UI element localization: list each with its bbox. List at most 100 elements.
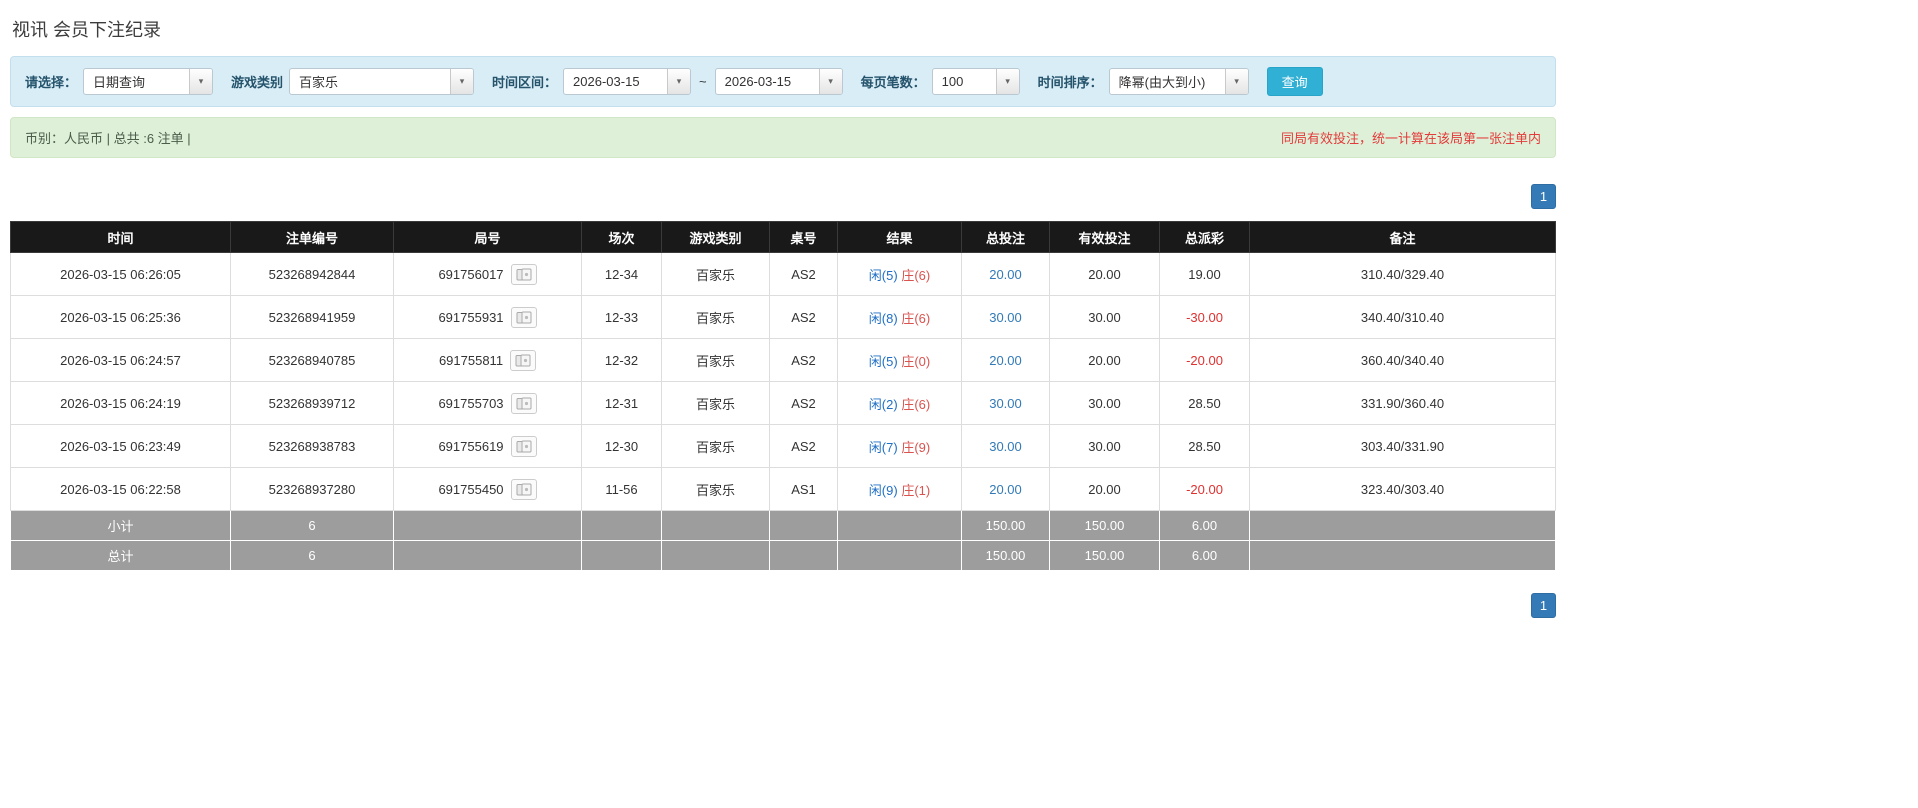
total-bet-link[interactable]: 30.00 — [989, 396, 1022, 411]
cell-time: 2026-03-15 06:24:57 — [10, 338, 231, 382]
footer-cell — [661, 540, 770, 571]
cell-note: 303.40/331.90 — [1249, 424, 1556, 468]
cell-result: 闲(5) 庄(6) — [837, 252, 962, 296]
cell-bet-id: 523268938783 — [230, 424, 394, 468]
round-number: 691755619 — [438, 438, 504, 454]
cell-round: 691756017 — [393, 252, 582, 296]
cell-game-type: 百家乐 — [661, 467, 770, 511]
payout-value: -20.00 — [1186, 352, 1223, 368]
cell-bet-id: 523268940785 — [230, 338, 394, 382]
time-range-label: 时间区间： — [492, 75, 558, 90]
cell-time: 2026-03-15 06:25:36 — [10, 295, 231, 339]
cards-icon[interactable] — [510, 435, 537, 457]
column-header: 桌号 — [769, 221, 838, 253]
summary-bar: 币别：人民币 | 总共 :6 注单 | 同局有效投注，统一计算在该局第一张注单内 — [10, 117, 1556, 158]
chevron-down-icon[interactable]: ▾ — [818, 69, 842, 94]
column-header: 总投注 — [961, 221, 1050, 253]
table-row: 2026-03-15 06:23:49 523268938783 691755619… — [10, 424, 1556, 468]
cell-note: 323.40/303.40 — [1249, 467, 1556, 511]
table-row: 2026-03-15 06:24:57 523268940785 691755811… — [10, 338, 1556, 382]
result-banker: 庄(6) — [901, 267, 931, 283]
cards-icon-glyph — [515, 354, 531, 366]
search-button[interactable]: 查询 — [1266, 67, 1323, 96]
time-sort-select[interactable]: 降幂(由大到小) ▾ — [1108, 68, 1249, 95]
chevron-down-icon[interactable]: ▾ — [189, 69, 213, 94]
query-type-label: 请选择： — [25, 75, 78, 90]
cell-total-bet: 20.00 — [961, 467, 1050, 511]
total-bet-link[interactable]: 30.00 — [989, 310, 1022, 325]
cell-result: 闲(7) 庄(9) — [837, 424, 962, 468]
chevron-down-icon[interactable]: ▾ — [1224, 69, 1248, 94]
cards-icon-glyph — [516, 483, 532, 495]
cell-note: 340.40/310.40 — [1249, 295, 1556, 339]
cell-time: 2026-03-15 06:22:58 — [10, 467, 231, 511]
query-type-select[interactable]: 日期查询 ▾ — [83, 68, 214, 95]
cell-table-no: AS2 — [769, 424, 838, 468]
cell-total-bet: 20.00 — [961, 252, 1050, 296]
footer-cell: 6.00 — [1159, 540, 1250, 571]
cell-game-type: 百家乐 — [661, 381, 770, 425]
cards-icon[interactable] — [510, 478, 537, 500]
chevron-down-icon[interactable]: ▾ — [450, 69, 474, 94]
table-footer-row: 总计 6 150.00 150.00 6.00 — [10, 540, 1556, 571]
cell-round: 691755811 — [393, 338, 582, 382]
cards-icon-glyph — [516, 311, 532, 323]
total-bet-link[interactable]: 20.00 — [989, 482, 1022, 497]
cards-icon[interactable] — [510, 349, 537, 371]
footer-cell — [581, 540, 662, 571]
footer-cell: 6 — [230, 510, 394, 541]
column-header: 局号 — [393, 221, 582, 253]
game-type-select[interactable]: 百家乐 ▾ — [289, 68, 475, 95]
column-header: 结果 — [837, 221, 962, 253]
cell-payout: 28.50 — [1159, 381, 1250, 425]
result-player: 闲(8) — [868, 310, 898, 326]
cell-game-type: 百家乐 — [661, 295, 770, 339]
page-button-1[interactable]: 1 — [1531, 593, 1556, 618]
cell-session: 12-34 — [581, 252, 662, 296]
cell-game-type: 百家乐 — [661, 338, 770, 382]
round-number: 691755450 — [438, 481, 504, 497]
footer-cell: 150.00 — [961, 540, 1050, 571]
cards-icon[interactable] — [510, 392, 537, 414]
filter-bar: 请选择： 日期查询 ▾ 游戏类别 百家乐 ▾ 时间区间： 2026-03-15 … — [10, 56, 1556, 107]
summary-currency-count: 币别：人民币 | 总共 :6 注单 | — [25, 131, 191, 146]
footer-cell: 150.00 — [1049, 540, 1160, 571]
cell-note: 310.40/329.40 — [1249, 252, 1556, 296]
table-row: 2026-03-15 06:26:05 523268942844 691756017… — [10, 252, 1556, 296]
total-bet-link[interactable]: 20.00 — [989, 267, 1022, 282]
table-body: 2026-03-15 06:26:05 523268942844 691756017… — [10, 252, 1556, 571]
cell-bet-id: 523268942844 — [230, 252, 394, 296]
chevron-down-icon[interactable]: ▾ — [995, 69, 1019, 94]
date-from-select[interactable]: 2026-03-15 ▾ — [563, 68, 692, 95]
cell-note: 331.90/360.40 — [1249, 381, 1556, 425]
footer-cell — [581, 510, 662, 541]
cell-round: 691755450 — [393, 467, 582, 511]
result-player: 闲(5) — [868, 353, 898, 369]
cards-icon-glyph — [516, 440, 532, 452]
column-header: 时间 — [10, 221, 231, 253]
footer-cell — [1249, 540, 1556, 571]
cell-time: 2026-03-15 06:23:49 — [10, 424, 231, 468]
cell-note: 360.40/340.40 — [1249, 338, 1556, 382]
footer-cell — [769, 510, 838, 541]
cell-table-no: AS1 — [769, 467, 838, 511]
chevron-down-icon[interactable]: ▾ — [667, 69, 691, 94]
cell-total-bet: 20.00 — [961, 338, 1050, 382]
date-to-value: 2026-03-15 — [724, 74, 792, 89]
result-player: 闲(9) — [868, 482, 898, 498]
footer-cell — [837, 540, 962, 571]
cell-table-no: AS2 — [769, 381, 838, 425]
cards-icon[interactable] — [510, 263, 537, 285]
footer-cell — [393, 540, 582, 571]
cell-session: 12-33 — [581, 295, 662, 339]
cell-valid-bet: 20.00 — [1049, 252, 1160, 296]
cell-payout: 19.00 — [1159, 252, 1250, 296]
payout-value: 28.50 — [1188, 395, 1221, 411]
total-bet-link[interactable]: 30.00 — [989, 439, 1022, 454]
cards-icon[interactable] — [510, 306, 537, 328]
date-to-select[interactable]: 2026-03-15 ▾ — [714, 68, 843, 95]
page-button-1[interactable]: 1 — [1531, 184, 1556, 209]
page-size-select[interactable]: 100 ▾ — [931, 68, 1020, 95]
cell-game-type: 百家乐 — [661, 424, 770, 468]
total-bet-link[interactable]: 20.00 — [989, 353, 1022, 368]
